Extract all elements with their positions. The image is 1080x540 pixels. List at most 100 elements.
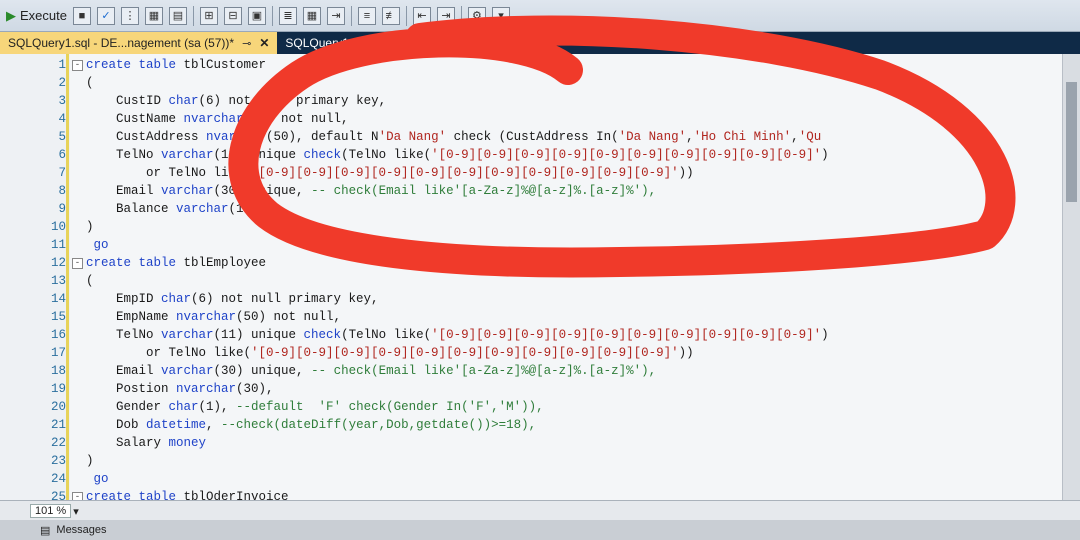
close-icon[interactable]: ✕ [259,36,269,50]
code-line[interactable]: 13 ( [0,272,1062,290]
code-token: (1), [198,400,237,414]
messages-panel-tab[interactable]: ▤ Messages [0,520,1080,540]
code-token: ) [86,454,94,468]
code-token: EmpName [116,310,177,324]
code-line[interactable]: 17 or TelNo like('[0-9][0-9][0-9][0-9][0-… [0,344,1062,362]
code-line[interactable]: 8 Email varchar(30) unique, -- check(Emai… [0,182,1062,200]
code-line[interactable]: 16 TelNo varchar(11) unique check(TelNo l… [0,326,1062,344]
code-token: ) [821,328,829,342]
code-token: '[0-9][0-9][0-9][0-9][0-9][0-9][0-9][0-9… [431,148,822,162]
stop-icon[interactable]: ■ [72,6,91,25]
code-line[interactable]: 19 Postion nvarchar(30), [0,380,1062,398]
code-token: ( [86,274,94,288]
code-line[interactable]: 22 Salary money [0,434,1062,452]
execute-button[interactable]: ▶ Execute [6,8,67,24]
code-line[interactable]: 7 or TelNo like('[0-9][0-9][0-9][0-9][0-9… [0,164,1062,182]
results-file-icon[interactable]: ▣ [247,6,266,25]
vertical-scrollbar[interactable] [1062,54,1080,500]
code-token: '[0-9][0-9][0-9][0-9][0-9][0-9][0-9][0-9… [251,166,679,180]
line-number: 20 [50,400,66,414]
results-to-file-icon[interactable]: ⇥ [326,6,345,25]
code-token: ) [821,148,829,162]
code-line[interactable]: 23) [0,452,1062,470]
zoom-dropdown-icon[interactable]: ▾ [73,505,79,518]
uncomment-icon[interactable]: ≢ [381,6,400,25]
tab-sqlquery1-active[interactable]: SQLQuery1.sql - DE...nagement (sa (57))*… [0,32,278,54]
code-text: Balance varchar(11) [116,200,259,218]
collapse-region-icon[interactable]: - [72,60,83,71]
code-line[interactable]: 25- create table tblOderInvoice [0,488,1062,500]
messages-label: Messages [56,524,107,536]
line-number: 15 [50,310,66,324]
line-number: 18 [50,364,66,378]
code-line[interactable]: 15 EmpName nvarchar(50) not null, [0,308,1062,326]
code-line[interactable]: 4 CustName nvarchar(50) not null, [0,110,1062,128]
text-results-icon[interactable]: ▤ [168,6,187,25]
code-editor[interactable]: 1- create table tblCustomer 2(3 CustID char… [0,54,1062,500]
zoom-level[interactable]: 101 % [30,504,72,518]
specify-values-icon[interactable]: ⚙ [467,6,486,25]
tab-other[interactable]: a (52))* [724,32,780,54]
results-to-grid-icon[interactable]: ▦ [302,6,321,25]
code-token: varchar [161,328,214,342]
code-token: ) [86,220,94,234]
collapse-region-icon[interactable]: - [72,258,83,269]
line-number: 25 [50,490,66,500]
code-text: ( [86,74,94,92]
code-token: char [161,292,192,306]
code-line[interactable]: 24 go [0,470,1062,488]
query-plan-icon[interactable]: ⋮ [120,6,139,25]
code-text: TelNo varchar(11) unique check(TelNo lik… [116,326,829,344]
code-text: create table tblCustomer [86,56,266,74]
code-line[interactable]: 21 Dob datetime, --check(dateDiff(year,Do… [0,416,1062,434]
code-token: char [168,94,199,108]
code-text: Salary money [116,434,206,452]
code-token: (50), default N [266,130,379,144]
line-number: 14 [50,292,66,306]
code-text: Dob datetime, --check(dateDiff(year,Dob,… [116,416,536,434]
code-line[interactable]: 20 Gender char(1), --default 'F' check(Ge… [0,398,1062,416]
code-token: (50) not null, [236,310,342,324]
toolbar-dropdown-icon[interactable]: ▾ [491,6,510,25]
increase-indent-icon[interactable]: ⇥ [436,6,455,25]
code-text: CustID char(6) not null primary key, [116,92,386,110]
toolbar-divider [460,5,462,26]
code-line[interactable]: 5 CustAddress nvarchar(50), default N'Da … [0,128,1062,146]
decrease-indent-icon[interactable]: ⇤ [412,6,431,25]
code-token: '[0-9][0-9][0-9][0-9][0-9][0-9][0-9][0-9… [251,346,679,360]
tab-sqlquery1[interactable]: SQLQuery1 [277,32,356,54]
code-token: create table [86,256,184,270]
code-line[interactable]: 18 Email varchar(30) unique, -- check(Ema… [0,362,1062,380]
code-token: )) [678,346,694,360]
scrollbar-thumb[interactable] [1066,82,1077,202]
code-token: (11) unique [213,328,304,342]
include-plan-icon[interactable]: ⊞ [199,6,218,25]
code-line[interactable]: 12- create table tblEmployee [0,254,1062,272]
code-line[interactable]: 9 Balance varchar(11) [0,200,1062,218]
collapse-region-icon[interactable]: - [72,492,83,500]
code-token: or TelNo like( [146,166,252,180]
code-line[interactable]: 2( [0,74,1062,92]
line-number: 22 [50,436,66,450]
code-line[interactable]: 10) [0,218,1062,236]
code-line[interactable]: 1- create table tblCustomer [0,56,1062,74]
results-to-text-icon[interactable]: ≣ [278,6,297,25]
code-token: (TelNo like( [341,148,432,162]
code-token: go [93,238,109,252]
client-stats-icon[interactable]: ⊟ [223,6,242,25]
code-line[interactable]: 11 go [0,236,1062,254]
line-number: 8 [58,184,66,198]
code-line[interactable]: 3 CustID char(6) not null primary key, [0,92,1062,110]
code-token: (11) unique [213,148,304,162]
code-token: TelNo [116,328,162,342]
code-line[interactable]: 6 TelNo varchar(11) unique check(TelNo li… [0,146,1062,164]
comment-icon[interactable]: ≡ [357,6,376,25]
parse-check-icon[interactable]: ✓ [96,6,115,25]
code-token: (6) not null primary key, [191,292,379,306]
grid-icon[interactable]: ▦ [144,6,163,25]
code-text: EmpName nvarchar(50) not null, [116,308,341,326]
pin-icon[interactable]: ⊸ [242,37,251,50]
code-token: --default 'F' check(Gender In('F','M')), [236,400,544,414]
code-token: CustName [116,112,184,126]
code-line[interactable]: 14 EmpID char(6) not null primary key, [0,290,1062,308]
